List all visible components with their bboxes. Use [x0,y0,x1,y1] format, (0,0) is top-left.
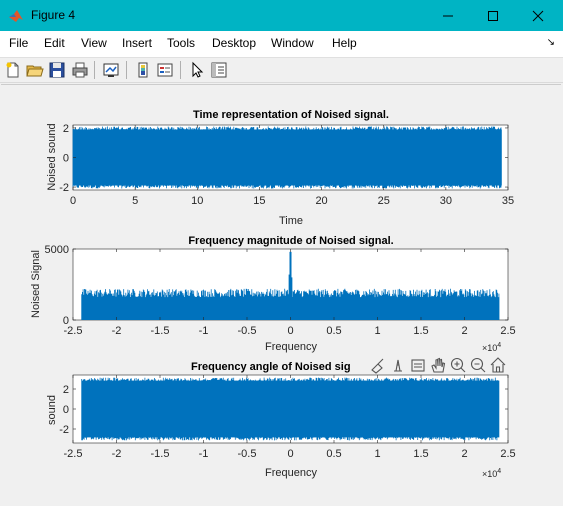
toolbar [0,58,563,83]
maximize-icon [488,10,498,21]
x-tick-label: 1 [374,325,380,337]
freq-magnitude-x-multiplier: ×104 [482,342,501,353]
new-figure-icon[interactable] [4,61,22,79]
x-tick-label: 15 [253,195,265,207]
y-tick-label: 0 [63,153,69,165]
y-tick-label: 2 [63,384,69,396]
signal-trace [81,377,499,441]
menu-file[interactable]: File [9,36,28,50]
x-tick-label: -0.5 [238,325,257,337]
x-tick-label: 20 [315,195,327,207]
colorbar-icon[interactable] [134,61,152,79]
freq-magnitude-plot-title: Frequency magnitude of Noised signal. [188,235,393,247]
time-plot-xlabel: Time [279,215,303,227]
freq-angle-plot: Frequency angle of Noised sig -2.5 -2 -1.5… [46,361,516,479]
y-tick-label: 0 [63,315,69,327]
home-icon[interactable] [489,356,507,374]
freq-angle-xlabel: Frequency [265,467,317,479]
brush-icon[interactable] [369,356,387,374]
y-tick-label: 0 [63,404,69,416]
time-plot: Time representation of Noised signal. 0 5… [46,109,514,227]
x-tick-label: -1 [199,448,209,460]
open-file-icon[interactable] [26,61,44,79]
x-tick-label: 25 [378,195,390,207]
freq-magnitude-plot: Frequency magnitude of Noised signal. -2… [30,235,516,353]
menu-dock-arrow-icon[interactable]: ↘ [547,37,555,48]
x-tick-label: 35 [502,195,514,207]
toolbar-separator [94,61,95,79]
zoom-out-icon[interactable] [469,356,487,374]
time-plot-signal [72,126,502,189]
x-tick-label: 2.5 [500,448,515,460]
signal-trace [72,126,502,189]
x-tick-label: 0.5 [326,448,341,460]
menu-tools[interactable]: Tools [167,36,195,50]
x-tick-label: 0 [287,448,293,460]
x-tick-label: 0 [70,195,76,207]
menu-desktop[interactable]: Desktop [212,36,256,50]
y-tick-label: 5000 [45,244,69,256]
x-tick-label: 1 [374,448,380,460]
time-plot-ylabel: Noised sound [46,123,58,190]
save-icon[interactable] [48,61,66,79]
axes-toolbar [369,356,507,374]
x-tick-label: -1.5 [151,325,170,337]
freq-magnitude-ylabel: Noised Signal [30,250,42,318]
y-tick-label: -2 [59,424,69,436]
property-inspector-icon[interactable] [210,61,228,79]
title-bar: Figure 4 [0,0,563,31]
print-icon[interactable] [71,61,89,79]
link-plot-icon[interactable] [102,61,120,79]
x-tick-label: -0.5 [238,448,257,460]
matlab-logo-icon [9,10,23,22]
close-button[interactable] [515,0,561,31]
freq-magnitude-xlabel: Frequency [265,341,317,353]
menu-insert[interactable]: Insert [122,36,152,50]
x-tick-label: -1.5 [151,448,170,460]
x-tick-label: -2 [112,448,122,460]
menu-window[interactable]: Window [271,36,314,50]
restore-view-icon[interactable] [409,356,427,374]
toolbar-separator [180,61,181,79]
toolbar-separator [126,61,127,79]
x-tick-label: 1.5 [413,448,428,460]
maximize-button[interactable] [470,0,516,31]
freq-angle-plot-title: Frequency angle of Noised sig [191,361,351,373]
x-tick-label: 0 [287,325,293,337]
y-tick-label: 2 [63,123,69,135]
time-plot-title: Time representation of Noised signal. [193,109,389,121]
x-tick-label: 2 [461,325,467,337]
x-tick-label: 1.5 [413,325,428,337]
x-tick-label: 2 [461,448,467,460]
data-tip-icon[interactable] [389,356,407,374]
pan-hand-icon[interactable] [429,356,447,374]
menu-edit[interactable]: Edit [44,36,65,50]
x-tick-label: 0.5 [326,325,341,337]
figure-canvas: Time representation of Noised signal. 0 5… [1,84,561,505]
x-tick-label: -1 [199,325,209,337]
x-tick-label: -2.5 [64,448,83,460]
menu-bar: File Edit View Insert Tools Desktop Wind… [0,31,563,58]
close-icon [532,10,544,21]
x-tick-label: -2 [112,325,122,337]
freq-angle-signal [81,377,500,441]
figure-plots: Time representation of Noised signal. 0 5… [30,109,516,479]
y-tick-label: -2 [59,182,69,194]
menu-view[interactable]: View [81,36,107,50]
minimize-icon [443,15,453,16]
freq-angle-ylabel: sound [46,395,58,425]
x-tick-label: 10 [191,195,203,207]
x-tick-label: 2.5 [500,325,515,337]
edit-plot-pointer-icon[interactable] [188,61,206,79]
x-tick-label: 30 [440,195,452,207]
freq-angle-x-multiplier: ×104 [482,468,501,479]
menu-help[interactable]: Help [332,36,357,50]
window-title: Figure 4 [31,8,76,22]
x-tick-label: 5 [132,195,138,207]
legend-icon[interactable] [156,61,174,79]
zoom-in-icon[interactable] [449,356,467,374]
minimize-button[interactable] [425,0,471,31]
